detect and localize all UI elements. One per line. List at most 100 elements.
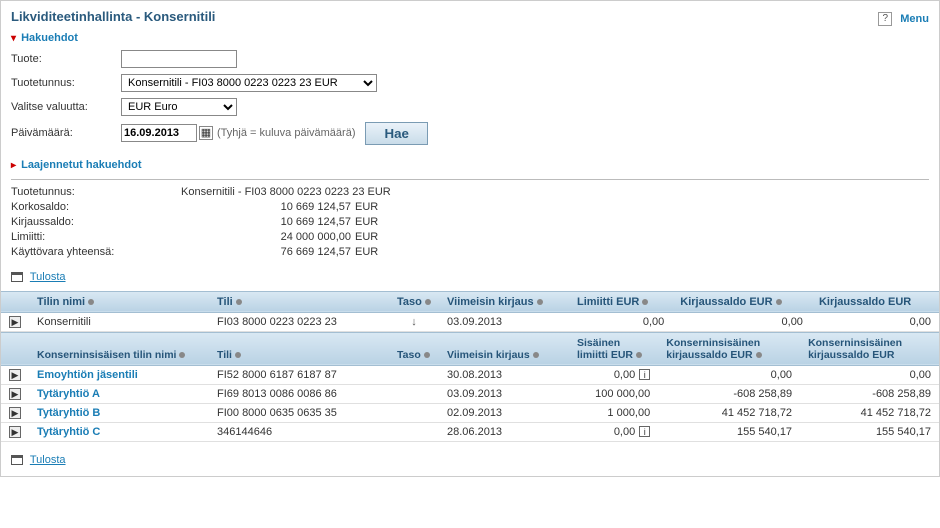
cell-account: FI52 8000 6187 6187 87 — [209, 365, 389, 384]
cell-latest: 02.09.2013 — [439, 403, 569, 422]
valuutta-label: Valitse valuutta: — [11, 101, 121, 113]
cell-level — [389, 422, 439, 441]
expand-icon[interactable]: ▶ — [9, 369, 21, 381]
table-row: ▶ Tytäryhtiö B FI00 8000 0635 0635 35 02.09… — [1, 403, 939, 422]
expand-icon[interactable]: ▶ — [9, 388, 21, 400]
cell-b2: 0,00 — [800, 365, 939, 384]
table-row: ▶ Konsernitili FI03 8000 0223 0223 23 ↓ … — [1, 312, 939, 331]
cell-limit: 1 000,00 — [569, 403, 658, 422]
header-actions: ? Menu — [878, 12, 929, 26]
cell-latest: 03.09.2013 — [439, 384, 569, 403]
advanced-toggle-label: Laajennetut hakuehdot — [21, 159, 141, 171]
cell-account: FI69 8013 0086 0086 86 — [209, 384, 389, 403]
print-link-top[interactable]: Tulosta — [30, 271, 66, 283]
th2-limit[interactable]: Sisäinen limiitti EUR — [569, 332, 658, 365]
summary-tuotetunnus-label: Tuotetunnus: — [11, 186, 181, 198]
calendar-icon[interactable]: ▦ — [199, 126, 213, 140]
internal-account-link[interactable]: Emoyhtiön jäsentili — [37, 369, 138, 381]
th-account[interactable]: Tili — [209, 291, 389, 312]
print-icon[interactable] — [11, 455, 23, 465]
cell-b1: 155 540,17 — [658, 422, 800, 441]
cell-account: FI03 8000 0223 0223 23 — [209, 312, 389, 331]
internal-account-link[interactable]: Tytäryhtiö B — [37, 407, 100, 419]
level-down-icon: ↓ — [411, 316, 417, 328]
summary-label: Korkosaldo: — [11, 201, 181, 213]
date-hint: (Tyhjä = kuluva päivämäärä) — [217, 127, 355, 139]
info-icon[interactable]: i — [639, 426, 650, 437]
summary-tuotetunnus-value: Konsernitili - FI03 8000 0223 0223 23 EU… — [181, 186, 391, 198]
valuutta-select[interactable]: EUR Euro — [121, 98, 237, 116]
print-icon[interactable] — [11, 272, 23, 282]
th2-bal2[interactable]: Konserninsisäinen kirjaussaldo EUR — [800, 332, 939, 365]
header-bar: Likviditeetinhallinta - Konsernitili ? M… — [1, 1, 939, 30]
cell-b1: 41 452 718,72 — [658, 403, 800, 422]
search-toggle-label: Hakuehdot — [21, 32, 78, 44]
menu-link[interactable]: Menu — [900, 13, 929, 25]
summary-label: Limiitti: — [11, 231, 181, 243]
tuotetunnus-select[interactable]: Konsernitili - FI03 8000 0223 0223 23 EU… — [121, 74, 377, 92]
table-row: ▶Tytäryhtiö C34614464628.06.20130,00i155… — [1, 422, 939, 441]
th2-account[interactable]: Tili — [209, 332, 389, 365]
summary-label: Kirjaussaldo: — [11, 216, 181, 228]
cell-b2: 41 452 718,72 — [800, 403, 939, 422]
hae-button[interactable]: Hae — [365, 122, 427, 145]
table-row: ▶ Emoyhtiön jäsentili FI52 8000 6187 6187 … — [1, 365, 939, 384]
advanced-toggle[interactable]: Laajennetut hakuehdot — [1, 157, 939, 177]
paivamaara-input[interactable] — [121, 124, 197, 142]
app-window: Likviditeetinhallinta - Konsernitili ? M… — [0, 0, 940, 477]
th-expand — [1, 291, 29, 312]
page-title: Likviditeetinhallinta - Konsernitili — [11, 9, 215, 24]
help-icon[interactable]: ? — [878, 12, 892, 26]
expand-icon[interactable]: ▶ — [9, 316, 21, 328]
summary-unit: EUR — [351, 216, 391, 228]
tuotetunnus-label: Tuotetunnus: — [11, 77, 121, 89]
paivamaara-label: Päivämäärä: — [11, 127, 121, 139]
account-table: Tilin nimi Tili Taso Viimeisin kirjaus L… — [1, 291, 939, 332]
th-level[interactable]: Taso — [389, 291, 439, 312]
summary-label: Käyttövara yhteensä: — [11, 246, 181, 258]
expand-icon[interactable]: ▶ — [9, 426, 21, 438]
tuote-label: Tuote: — [11, 53, 121, 65]
internal-account-link[interactable]: Tytäryhtiö C — [37, 426, 100, 438]
th2-expand — [1, 332, 29, 365]
th-bal1[interactable]: Kirjaussaldo EUR — [672, 291, 811, 312]
tuote-select[interactable]: Konsernitili — [121, 50, 237, 68]
summary-value: 24 000 000,00 — [181, 231, 351, 243]
cell-limit: 100 000,00 — [569, 384, 658, 403]
th2-level[interactable]: Taso — [389, 332, 439, 365]
print-link-bottom[interactable]: Tulosta — [30, 454, 66, 466]
th-latest[interactable]: Viimeisin kirjaus — [439, 291, 569, 312]
summary-unit: EUR — [351, 246, 391, 258]
internal-table: Konserninsisäisen tilin nimi Tili Taso V… — [1, 332, 939, 442]
th-bal2[interactable]: Kirjaussaldo EUR — [811, 291, 939, 312]
summary-value: 76 669 124,57 — [181, 246, 351, 258]
cell-b2: 0,00 — [811, 312, 939, 331]
summary-unit: EUR — [351, 201, 391, 213]
summary-value: 10 669 124,57 — [181, 216, 351, 228]
internal-account-link[interactable]: Tytäryhtiö A — [37, 388, 100, 400]
th-name[interactable]: Tilin nimi — [29, 291, 209, 312]
info-icon[interactable]: i — [639, 369, 650, 380]
cell-name: Konsernitili — [29, 312, 209, 331]
expand-icon[interactable]: ▶ — [9, 407, 21, 419]
summary-block: Tuotetunnus: Konsernitili - FI03 8000 02… — [1, 180, 939, 267]
cell-b1: -608 258,89 — [658, 384, 800, 403]
search-toggle[interactable]: Hakuehdot — [1, 30, 939, 50]
th2-name[interactable]: Konserninsisäisen tilin nimi — [29, 332, 209, 365]
print-top: Tulosta — [1, 267, 939, 291]
search-form: Tuote: Konsernitili Tuotetunnus: Konsern… — [1, 50, 939, 157]
summary-unit: EUR — [351, 231, 391, 243]
table-row: ▶ Tytäryhtiö A FI69 8013 0086 0086 86 03.09… — [1, 384, 939, 403]
cell-limit: 0,00 — [569, 312, 672, 331]
cell-limit: 0,00i — [569, 422, 658, 441]
cell-account: FI00 8000 0635 0635 35 — [209, 403, 389, 422]
cell-account: 346144646 — [209, 422, 389, 441]
th-limit[interactable]: Limiitti EUR — [569, 291, 672, 312]
cell-b1: 0,00 — [658, 365, 800, 384]
cell-b1: 0,00 — [672, 312, 811, 331]
cell-limit: 0,00i — [569, 365, 658, 384]
cell-level — [389, 384, 439, 403]
cell-b2: 155 540,17 — [800, 422, 939, 441]
th2-latest[interactable]: Viimeisin kirjaus — [439, 332, 569, 365]
th2-bal1[interactable]: Konserninsisäinen kirjaussaldo EUR — [658, 332, 800, 365]
